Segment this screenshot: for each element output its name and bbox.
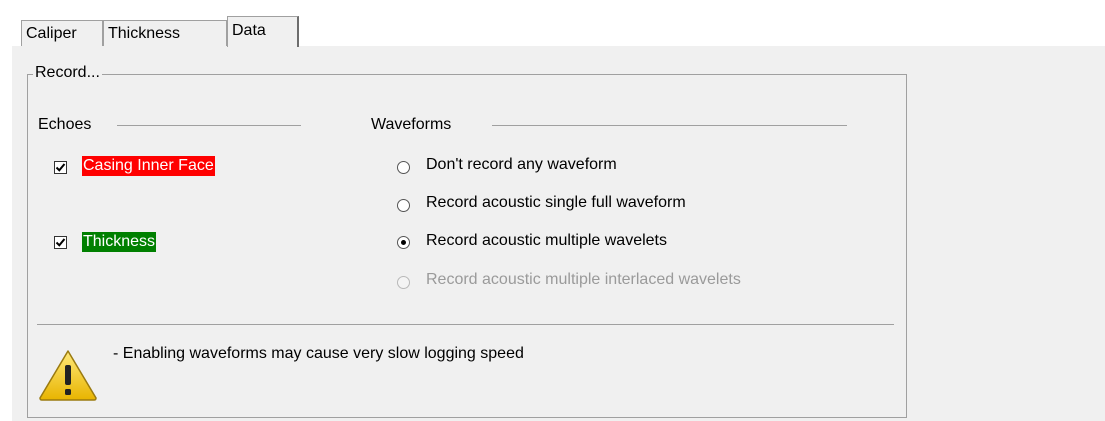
record-group-title: Record... [33, 64, 102, 82]
radio-no-waveform-label[interactable]: Don't record any waveform [426, 156, 617, 174]
warning-icon [39, 350, 97, 401]
warning-text: - Enabling waveforms may cause very slow… [113, 345, 524, 362]
thickness-label[interactable]: Thickness [82, 232, 157, 252]
thickness-checkbox[interactable] [54, 236, 67, 249]
waveforms-separator [492, 125, 847, 126]
tab-data[interactable]: Data [227, 16, 299, 47]
echoes-heading: Echoes [38, 116, 92, 133]
radio-interlaced-wavelets [397, 276, 410, 289]
casing-inner-face-checkbox[interactable] [54, 161, 67, 174]
radio-interlaced-wavelets-label: Record acoustic multiple interlaced wave… [426, 271, 741, 288]
warning-divider [37, 324, 894, 325]
tab-thickness[interactable]: Thickness [103, 20, 227, 46]
radio-selected-dot [401, 240, 406, 245]
radio-single-full-waveform[interactable] [397, 199, 410, 212]
waveforms-heading: Waveforms [371, 116, 452, 133]
radio-single-full-waveform-label[interactable]: Record acoustic single full waveform [426, 194, 686, 212]
radio-multiple-wavelets[interactable] [397, 236, 410, 249]
checkmark-icon [55, 163, 66, 172]
checkmark-icon [55, 238, 66, 247]
tab-caliper[interactable]: Caliper [21, 20, 103, 46]
casing-inner-face-label[interactable]: Casing Inner Face [82, 156, 215, 176]
radio-multiple-wavelets-label[interactable]: Record acoustic multiple wavelets [426, 232, 667, 250]
echoes-separator [117, 125, 301, 126]
radio-no-waveform[interactable] [397, 161, 410, 174]
